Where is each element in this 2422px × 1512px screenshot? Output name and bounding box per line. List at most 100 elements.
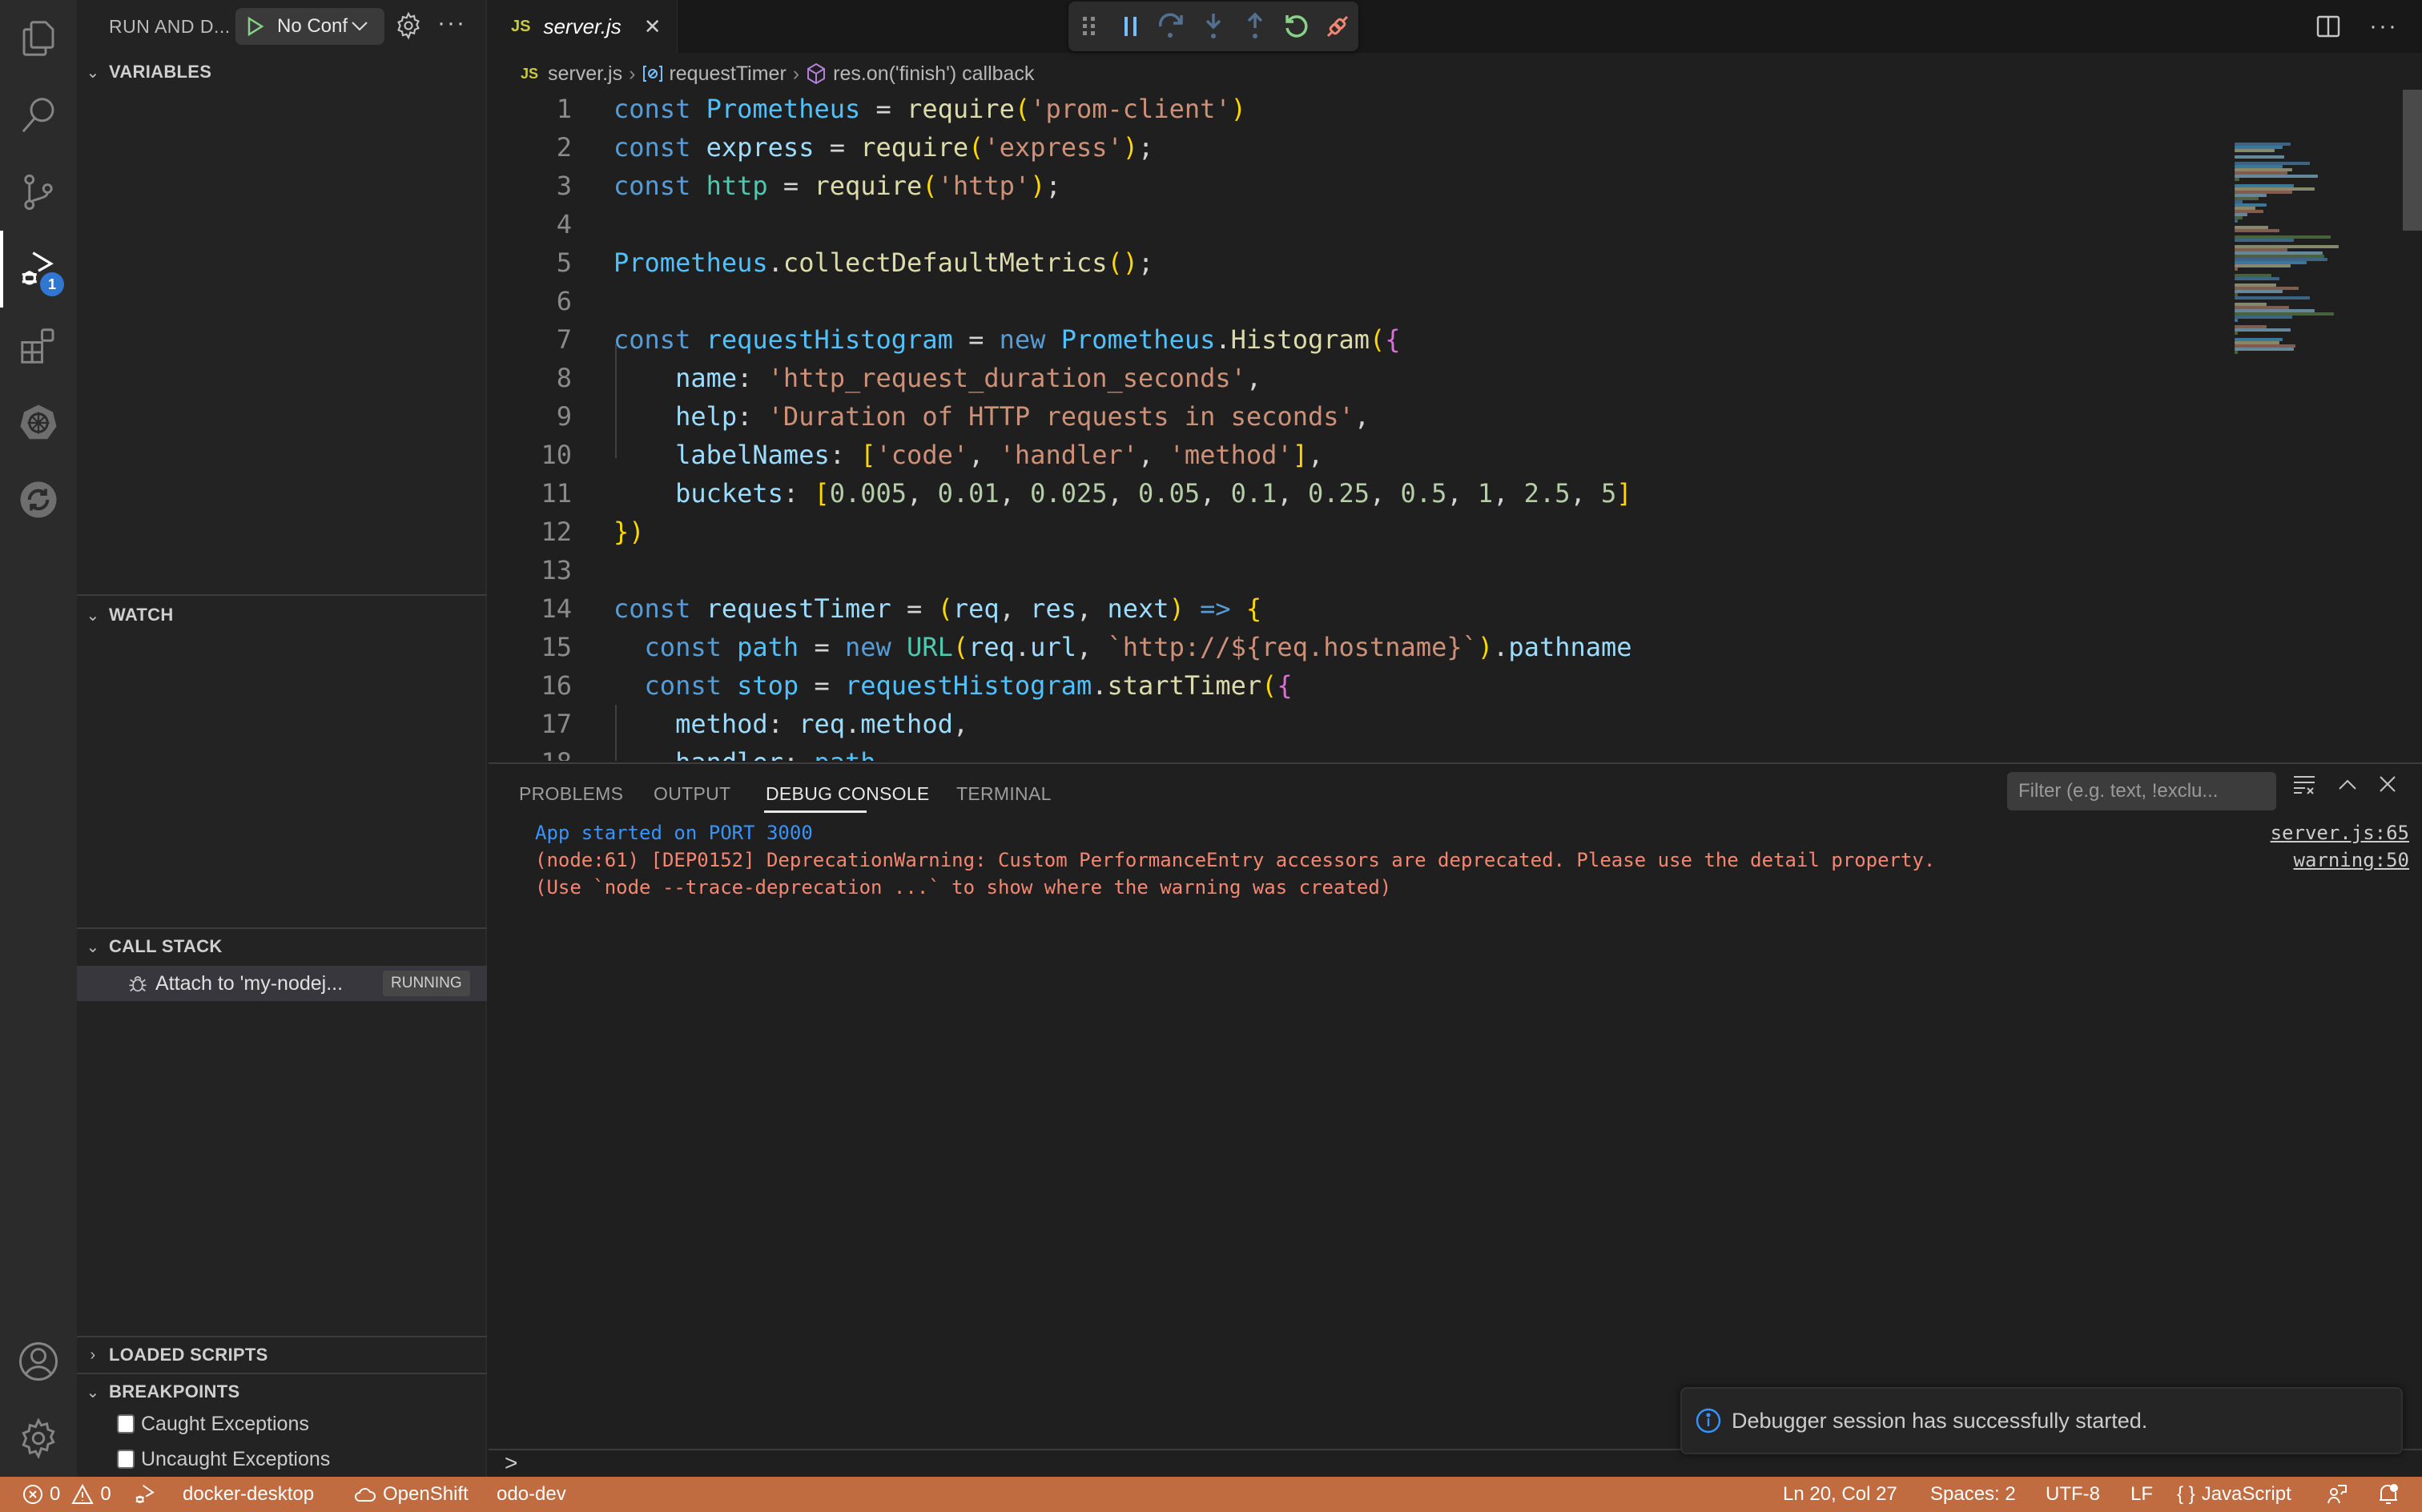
code-line[interactable]: 10 labelNames: ['code', 'handler', 'meth… xyxy=(489,436,2219,474)
end-of-line[interactable]: LF xyxy=(2130,1477,2153,1512)
accounts-button[interactable] xyxy=(0,1323,77,1400)
encoding[interactable]: UTF-8 xyxy=(2046,1477,2100,1512)
console-source-link[interactable]: server.js:65 xyxy=(2271,822,2409,844)
line-number[interactable]: 4 xyxy=(489,205,572,243)
debug-config-dropdown[interactable]: No Conf xyxy=(235,8,384,45)
explorer-button[interactable] xyxy=(0,0,77,77)
language-mode[interactable]: { } JavaScript xyxy=(2177,1477,2291,1512)
manage-button[interactable] xyxy=(0,1400,77,1477)
line-number[interactable]: 15 xyxy=(489,628,572,666)
line-number[interactable]: 11 xyxy=(489,474,572,513)
breadcrumb-item[interactable]: server.js xyxy=(548,62,622,86)
step-over-button[interactable] xyxy=(1151,6,1193,47)
code-line[interactable]: 12}) xyxy=(489,513,2219,551)
editor-scrollbar[interactable] xyxy=(2403,90,2422,231)
kube-context[interactable]: docker-desktop xyxy=(183,1477,314,1512)
search-button[interactable] xyxy=(0,77,77,154)
disconnect-button[interactable] xyxy=(1317,6,1358,47)
breakpoint-caught-exceptions[interactable]: Caught Exceptions xyxy=(117,1406,309,1442)
code-editor[interactable]: 1 const Prometheus = require('prom-client… xyxy=(489,90,2219,761)
pause-button[interactable] xyxy=(1110,6,1152,47)
line-number[interactable]: 13 xyxy=(489,551,572,589)
line-number[interactable]: 9 xyxy=(489,397,572,436)
close-icon[interactable]: ✕ xyxy=(644,14,662,39)
line-number[interactable]: 1 xyxy=(489,90,572,128)
indentation[interactable]: Spaces: 2 xyxy=(1930,1477,2016,1512)
tab-output[interactable]: OUTPUT xyxy=(654,783,730,805)
code-line[interactable]: 18 handler: path xyxy=(489,743,2219,761)
code-line[interactable]: 4 xyxy=(489,205,2219,243)
feedback-button[interactable] xyxy=(2326,1477,2348,1512)
line-number[interactable]: 3 xyxy=(489,167,572,205)
line-number[interactable]: 18 xyxy=(489,743,572,761)
line-number[interactable]: 16 xyxy=(489,666,572,705)
kubernetes-button[interactable] xyxy=(0,384,77,461)
breakpoints-section-header[interactable]: ⌄ BREAKPOINTS xyxy=(77,1374,487,1409)
start-debugging-icon[interactable] xyxy=(247,16,264,37)
namespace-status[interactable]: odo-dev xyxy=(497,1477,566,1512)
code-line[interactable]: 2 const express = require('express'); xyxy=(489,128,2219,167)
call-stack-session[interactable]: Attach to 'my-nodej... RUNNING xyxy=(77,966,487,1001)
code-line[interactable]: 11 buckets: [0.005, 0.01, 0.025, 0.05, 0… xyxy=(489,474,2219,513)
code-line[interactable]: 7 const requestHistogram = new Prometheus… xyxy=(489,320,2219,359)
console-source-link[interactable]: warning:50 xyxy=(2294,849,2410,871)
line-number[interactable]: 10 xyxy=(489,436,572,474)
debug-status[interactable] xyxy=(133,1477,157,1512)
tab-server-js[interactable]: JS server.js ✕ xyxy=(489,0,678,53)
line-number[interactable]: 7 xyxy=(489,320,572,359)
restart-button[interactable] xyxy=(1276,6,1318,47)
tab-terminal[interactable]: TERMINAL xyxy=(956,783,1052,805)
openshift-status[interactable]: OpenShift xyxy=(354,1477,469,1512)
code-line[interactable]: 6 xyxy=(489,282,2219,320)
line-number[interactable]: 17 xyxy=(489,705,572,743)
loaded-scripts-section-header[interactable]: › LOADED SCRIPTS xyxy=(77,1337,487,1373)
code-line[interactable]: 15 const path = new URL(req.url, `http:/… xyxy=(489,628,2219,666)
code-line[interactable]: 13 xyxy=(489,551,2219,589)
watch-section-header[interactable]: ⌄ WATCH xyxy=(77,597,487,633)
step-into-button[interactable] xyxy=(1193,6,1234,47)
uncaught-exceptions-checkbox[interactable] xyxy=(117,1450,135,1469)
step-out-button[interactable] xyxy=(1234,6,1276,47)
code-line[interactable]: 17 method: req.method, xyxy=(489,705,2219,743)
call-stack-section-header[interactable]: ⌄ CALL STACK xyxy=(77,929,487,964)
notifications-button[interactable] xyxy=(2377,1477,2400,1512)
breadcrumb-item[interactable]: res.on('finish') callback xyxy=(833,62,1034,86)
extensions-button[interactable] xyxy=(0,308,77,384)
code-line[interactable]: 3 const http = require('http'); xyxy=(489,167,2219,205)
code-line[interactable]: 5 Prometheus.collectDefaultMetrics(); xyxy=(489,243,2219,282)
sash[interactable] xyxy=(77,594,487,596)
split-editor-icon[interactable] xyxy=(2316,15,2340,38)
line-number[interactable]: 8 xyxy=(489,359,572,397)
line-number[interactable]: 5 xyxy=(489,243,572,282)
code-line[interactable]: 9 help: 'Duration of HTTP requests in se… xyxy=(489,397,2219,436)
open-launch-json-gear-icon[interactable] xyxy=(394,11,423,40)
code-line[interactable]: 14 const requestTimer = (req, res, next) … xyxy=(489,589,2219,628)
line-number[interactable]: 2 xyxy=(489,128,572,167)
problems-status[interactable]: 0 0 xyxy=(22,1477,111,1512)
tab-debug-console[interactable]: DEBUG CONSOLE xyxy=(766,783,930,805)
line-number[interactable]: 6 xyxy=(489,282,572,320)
source-control-button[interactable] xyxy=(0,154,77,231)
openshift-button[interactable] xyxy=(0,461,77,538)
variables-section-header[interactable]: ⌄ VARIABLES xyxy=(77,54,487,90)
cursor-position[interactable]: Ln 20, Col 27 xyxy=(1783,1477,1897,1512)
clear-console-icon[interactable] xyxy=(2292,774,2316,794)
run-debug-button[interactable]: 1 xyxy=(0,231,77,308)
line-number[interactable]: 14 xyxy=(489,589,572,628)
close-panel-icon[interactable] xyxy=(2379,775,2396,793)
notification-toast[interactable]: Debugger session has successfully starte… xyxy=(1680,1387,2403,1454)
drag-handle[interactable] xyxy=(1068,6,1110,47)
minimap[interactable] xyxy=(2219,53,2395,761)
breakpoint-uncaught-exceptions[interactable]: Uncaught Exceptions xyxy=(117,1442,330,1477)
more-actions-icon[interactable]: ··· xyxy=(2369,13,2398,40)
breadcrumb-item[interactable]: requestTimer xyxy=(669,62,786,86)
code-line[interactable]: 16 const stop = requestHistogram.startTi… xyxy=(489,666,2219,705)
caught-exceptions-checkbox[interactable] xyxy=(117,1414,135,1434)
line-number[interactable]: 12 xyxy=(489,513,572,551)
debug-console-filter-input[interactable] xyxy=(2007,772,2276,810)
code-line[interactable]: 1 const Prometheus = require('prom-client… xyxy=(489,90,2219,128)
code-line[interactable]: 8 name: 'http_request_duration_seconds', xyxy=(489,359,2219,397)
maximize-panel-chevron-up-icon[interactable] xyxy=(2337,778,2358,790)
more-actions-icon[interactable]: ··· xyxy=(437,10,466,37)
tab-problems[interactable]: PROBLEMS xyxy=(519,783,623,805)
